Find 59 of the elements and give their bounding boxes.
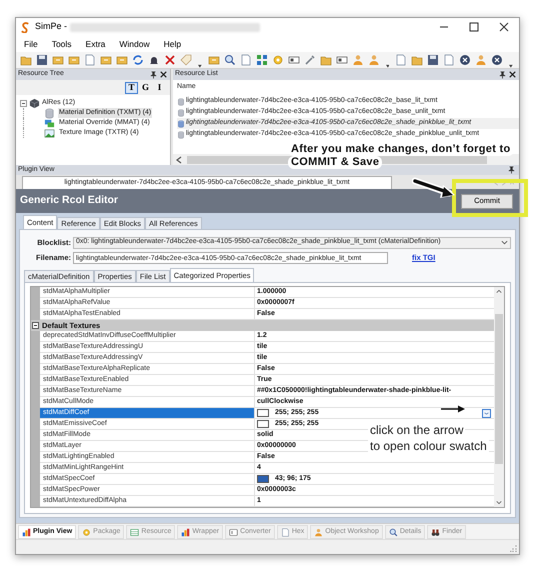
database-icon — [44, 108, 55, 118]
folder-icon[interactable] — [20, 54, 32, 66]
pin-icon[interactable] — [150, 70, 157, 78]
pin-icon[interactable] — [499, 70, 506, 78]
scroll-down-icon[interactable] — [496, 500, 502, 505]
collapse-icon[interactable] — [32, 322, 39, 329]
box-icon[interactable] — [100, 54, 112, 66]
cross-icon[interactable] — [164, 54, 176, 66]
box-icon[interactable] — [116, 54, 128, 66]
callout-tooltip: COMMIT & Save — [288, 156, 382, 169]
binoculars-icon — [431, 528, 440, 536]
editor-title: Generic Rcol Editor — [20, 193, 118, 208]
menu-item[interactable]: File — [24, 38, 38, 50]
filter-button[interactable]: T — [125, 82, 138, 94]
chart-icon — [181, 528, 190, 536]
document-icon — [280, 528, 290, 536]
menu-item[interactable]: Help — [164, 38, 182, 50]
menu-item[interactable]: Extra — [86, 38, 106, 50]
refresh-icon[interactable] — [132, 54, 144, 66]
tag-icon[interactable] — [180, 54, 192, 66]
circle-x-icon[interactable] — [491, 54, 504, 66]
box-icon[interactable] — [52, 54, 64, 66]
card-icon[interactable] — [288, 54, 300, 66]
card-icon[interactable] — [336, 54, 348, 66]
chevron-down-icon — [484, 412, 489, 414]
pin-icon[interactable] — [508, 166, 515, 174]
close-icon[interactable] — [160, 71, 167, 78]
window-title: SimPe - — [35, 20, 68, 34]
circle-x-icon[interactable] — [459, 54, 472, 66]
chart-icon — [22, 528, 31, 536]
bell-icon[interactable] — [148, 54, 160, 66]
scroll-left-icon[interactable] — [175, 156, 183, 164]
scrollbar[interactable] — [494, 287, 504, 507]
menu-item[interactable]: Window — [119, 38, 150, 50]
box-icon[interactable] — [68, 54, 80, 66]
grid-icon[interactable] — [256, 54, 268, 66]
image-icon — [44, 128, 55, 138]
scroll-up-icon[interactable] — [496, 289, 502, 294]
resize-grip-icon[interactable] — [510, 545, 517, 552]
cube-icon — [29, 98, 40, 108]
table-icon — [130, 528, 140, 536]
expander-icon[interactable] — [20, 100, 27, 106]
menu-item[interactable]: Tools — [52, 38, 72, 50]
logo-icon — [20, 22, 31, 32]
close-icon[interactable] — [509, 71, 516, 78]
console-icon — [229, 528, 238, 536]
box-icon[interactable] — [208, 54, 220, 66]
magnifier-icon[interactable] — [224, 54, 236, 66]
chevron-down-icon — [501, 240, 508, 245]
filter-button[interactable]: G — [139, 82, 152, 94]
magnifier-icon — [388, 528, 398, 536]
layers-icon — [44, 118, 55, 128]
arrow-annotation — [440, 405, 466, 413]
filter-button[interactable]: I — [153, 82, 166, 94]
dropdown-button[interactable] — [482, 408, 491, 418]
folder-icon[interactable] — [411, 54, 424, 66]
callout-tooltip: to open colour swatch — [368, 438, 489, 454]
callout-tooltip: After you make changes, don’t forget to — [288, 143, 514, 156]
person-icon — [314, 528, 324, 536]
